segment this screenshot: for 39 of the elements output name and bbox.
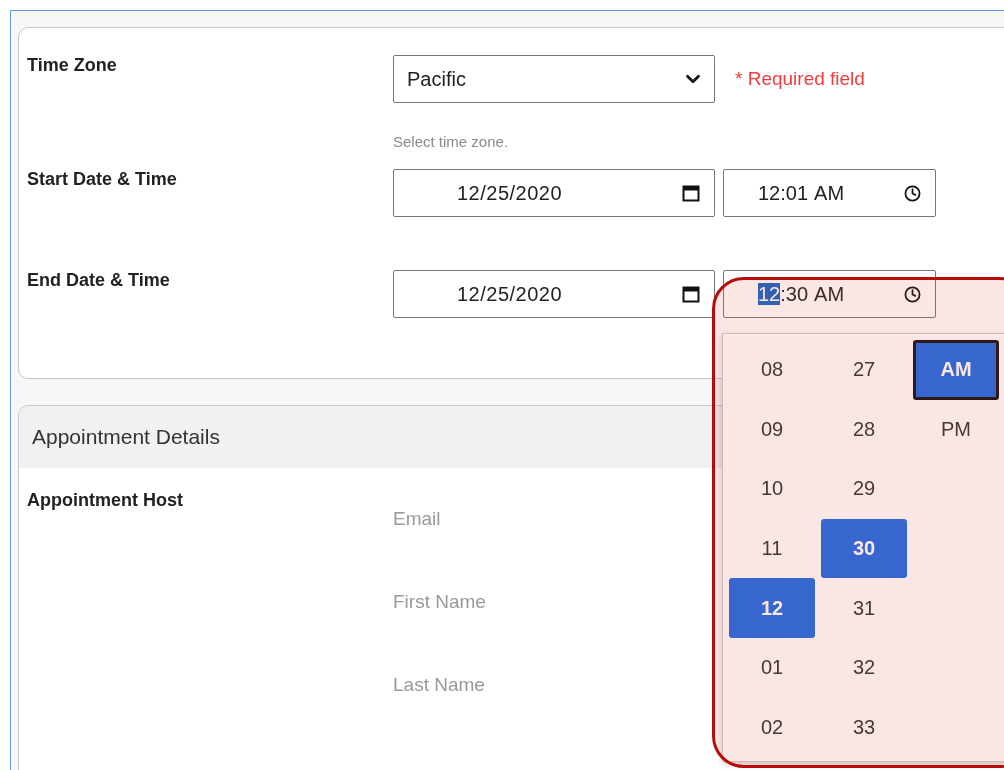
- time-option[interactable]: 28: [821, 399, 907, 460]
- date-value: 12/25/2020: [457, 282, 563, 306]
- calendar-icon[interactable]: [682, 184, 700, 202]
- date-value: 12/25/2020: [457, 181, 563, 205]
- time-option[interactable]: 10: [729, 459, 815, 519]
- date-field[interactable]: 12/25/2020: [393, 169, 715, 217]
- time-option[interactable]: 30: [821, 518, 907, 579]
- time-field[interactable]: 12:30 AM: [723, 270, 936, 318]
- time-zone-select[interactable]: Pacific: [393, 55, 715, 103]
- time-option[interactable]: 08: [729, 340, 815, 400]
- time-option[interactable]: 31: [821, 578, 907, 638]
- time-field[interactable]: 12:01 AM: [723, 169, 936, 217]
- field-label: Appointment Host: [27, 490, 184, 512]
- time-option[interactable]: PM: [913, 399, 999, 460]
- hint-text: Select time zone.: [393, 133, 510, 150]
- time-value: 12:01 AM: [758, 181, 845, 205]
- text-field[interactable]: Email: [393, 494, 693, 544]
- date-field[interactable]: 12/25/2020: [393, 270, 715, 318]
- time-value: 12:30 AM: [758, 282, 845, 306]
- time-option[interactable]: 09: [729, 399, 815, 460]
- time-option[interactable]: 02: [729, 697, 815, 758]
- time-option[interactable]: 11: [729, 518, 815, 579]
- time-option[interactable]: 33: [821, 697, 907, 758]
- time-option[interactable]: 01: [729, 637, 815, 698]
- time-option[interactable]: 32: [821, 637, 907, 698]
- field-label: Time Zone: [27, 55, 118, 76]
- clock-icon[interactable]: [904, 184, 921, 202]
- field-label: End Date & Time: [27, 270, 171, 291]
- text-field[interactable]: Last Name: [393, 660, 693, 710]
- calendar-icon[interactable]: [682, 285, 700, 303]
- time-option[interactable]: 12: [729, 578, 815, 638]
- clock-icon[interactable]: [904, 285, 921, 303]
- required-note: * Required field: [735, 68, 865, 90]
- section-title: Appointment Details: [32, 425, 220, 449]
- time-option[interactable]: 27: [821, 340, 907, 400]
- time-option[interactable]: AM: [913, 340, 999, 400]
- time-option[interactable]: 29: [821, 459, 907, 519]
- field-label: Start Date & Time: [27, 169, 178, 190]
- text-field[interactable]: First Name: [393, 577, 693, 627]
